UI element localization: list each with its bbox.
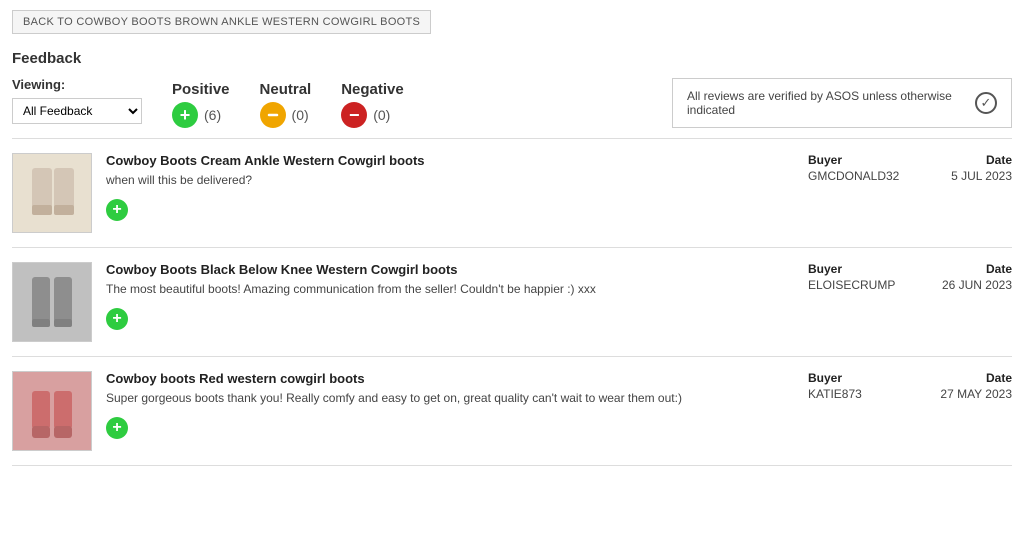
- buyer-name: ELOISECRUMP: [808, 278, 895, 292]
- review-date: Date 5 JUL 2023: [922, 153, 1012, 183]
- positive-rating-icon: +: [106, 417, 128, 439]
- review-item: Cowboy Boots Black Below Knee Western Co…: [12, 248, 1012, 357]
- feedback-filter-select[interactable]: All Feedback Positive Neutral Negative: [12, 98, 142, 124]
- positive-rating-icon: +: [106, 308, 128, 330]
- review-text: Super gorgeous boots thank you! Really c…: [106, 390, 794, 407]
- neutral-sentiment: Neutral (0): [260, 81, 312, 128]
- sentiment-blocks: Positive + (6) Neutral (0) Negative − (0…: [172, 77, 404, 128]
- checkmark-icon: ✓: [975, 92, 997, 114]
- negative-label: Negative: [341, 81, 404, 98]
- review-buyer: Buyer ELOISECRUMP: [808, 262, 908, 292]
- buyer-name: KATIE873: [808, 387, 862, 401]
- review-content: Cowboy Boots Black Below Knee Western Co…: [106, 262, 794, 330]
- date-value: 26 JUN 2023: [942, 278, 1012, 292]
- positive-count: (6): [204, 107, 221, 123]
- review-date: Date 26 JUN 2023: [922, 262, 1012, 292]
- review-thumbnail: [12, 371, 92, 451]
- positive-sentiment: Positive + (6): [172, 81, 230, 128]
- date-value: 27 MAY 2023: [940, 387, 1012, 401]
- review-list: Cowboy Boots Cream Ankle Western Cowgirl…: [0, 139, 1024, 466]
- review-buyer: Buyer KATIE873: [808, 371, 908, 401]
- buyer-label: Buyer: [808, 262, 842, 276]
- review-title: Cowboy Boots Black Below Knee Western Co…: [106, 262, 794, 277]
- negative-count: (0): [373, 107, 390, 123]
- review-thumbnail: [12, 262, 92, 342]
- review-content: Cowboy Boots Cream Ankle Western Cowgirl…: [106, 153, 794, 221]
- positive-rating-icon: +: [106, 199, 128, 221]
- date-label: Date: [986, 262, 1012, 276]
- neutral-icon: [260, 102, 286, 128]
- verified-box: All reviews are verified by ASOS unless …: [672, 78, 1012, 128]
- date-label: Date: [986, 371, 1012, 385]
- top-section: Viewing: All Feedback Positive Neutral N…: [0, 69, 1024, 138]
- buyer-label: Buyer: [808, 371, 842, 385]
- positive-icon: +: [172, 102, 198, 128]
- review-title: Cowboy boots Red western cowgirl boots: [106, 371, 794, 386]
- neutral-count: (0): [292, 107, 309, 123]
- date-label: Date: [986, 153, 1012, 167]
- review-date: Date 27 MAY 2023: [922, 371, 1012, 401]
- neutral-label: Neutral: [260, 81, 312, 98]
- positive-label: Positive: [172, 81, 230, 98]
- review-content: Cowboy boots Red western cowgirl boots S…: [106, 371, 794, 439]
- back-button[interactable]: BACK TO COWBOY BOOTS BROWN ANKLE WESTERN…: [12, 10, 431, 34]
- review-item: Cowboy Boots Cream Ankle Western Cowgirl…: [12, 139, 1012, 248]
- review-text: when will this be delivered?: [106, 172, 794, 189]
- date-value: 5 JUL 2023: [951, 169, 1012, 183]
- buyer-name: GMCDONALD32: [808, 169, 899, 183]
- review-title: Cowboy Boots Cream Ankle Western Cowgirl…: [106, 153, 794, 168]
- review-buyer: Buyer GMCDONALD32: [808, 153, 908, 183]
- review-text: The most beautiful boots! Amazing commun…: [106, 281, 794, 298]
- review-item: Cowboy boots Red western cowgirl boots S…: [12, 357, 1012, 466]
- viewing-block: Viewing: All Feedback Positive Neutral N…: [12, 77, 142, 124]
- viewing-label: Viewing:: [12, 77, 142, 92]
- review-thumbnail: [12, 153, 92, 233]
- buyer-label: Buyer: [808, 153, 842, 167]
- negative-icon: −: [341, 102, 367, 128]
- page-title: Feedback: [12, 50, 1012, 67]
- negative-sentiment: Negative − (0): [341, 81, 404, 128]
- verified-text: All reviews are verified by ASOS unless …: [687, 89, 965, 117]
